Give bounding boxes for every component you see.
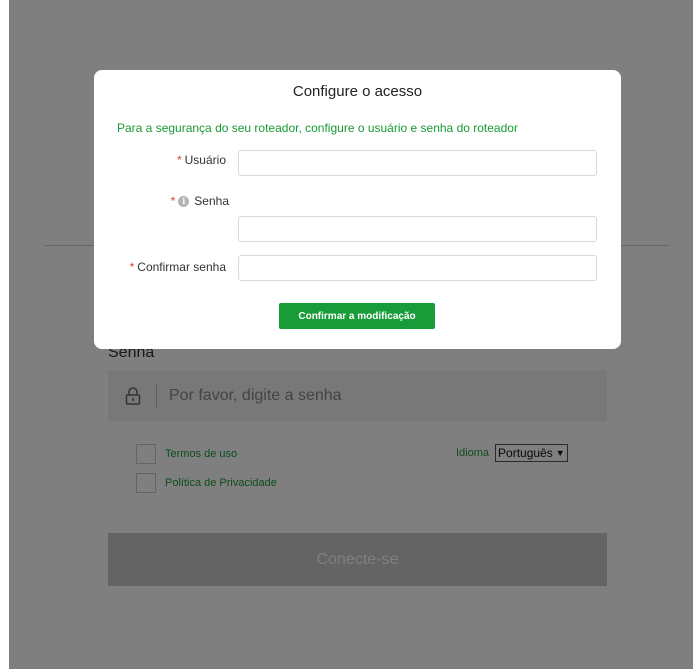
user-label: * Usuário [177,153,226,167]
modal-title: Configure o acesso [292,83,423,100]
confirm-password-input[interactable] [238,255,597,281]
required-mark: * [176,153,182,167]
user-input[interactable] [238,150,597,176]
required-mark: * [170,194,176,208]
confirm-password-label-text: Confirmar senha [137,260,226,274]
modal-description: Para a segurança do seu roteador, config… [117,121,518,135]
required-mark: * [129,260,135,274]
confirm-password-label: * Confirmar senha [130,260,226,274]
info-icon[interactable]: i [178,195,190,207]
user-label-text: Usuário [184,153,226,167]
password-label-text: Senha [194,194,229,208]
confirm-modification-button[interactable]: Confirmar a modificação [279,303,435,329]
access-config-modal: Configure o acesso Para a segurança do s… [94,70,621,349]
password-label-modal: * i Senha [171,194,229,208]
password-input[interactable] [238,216,597,242]
